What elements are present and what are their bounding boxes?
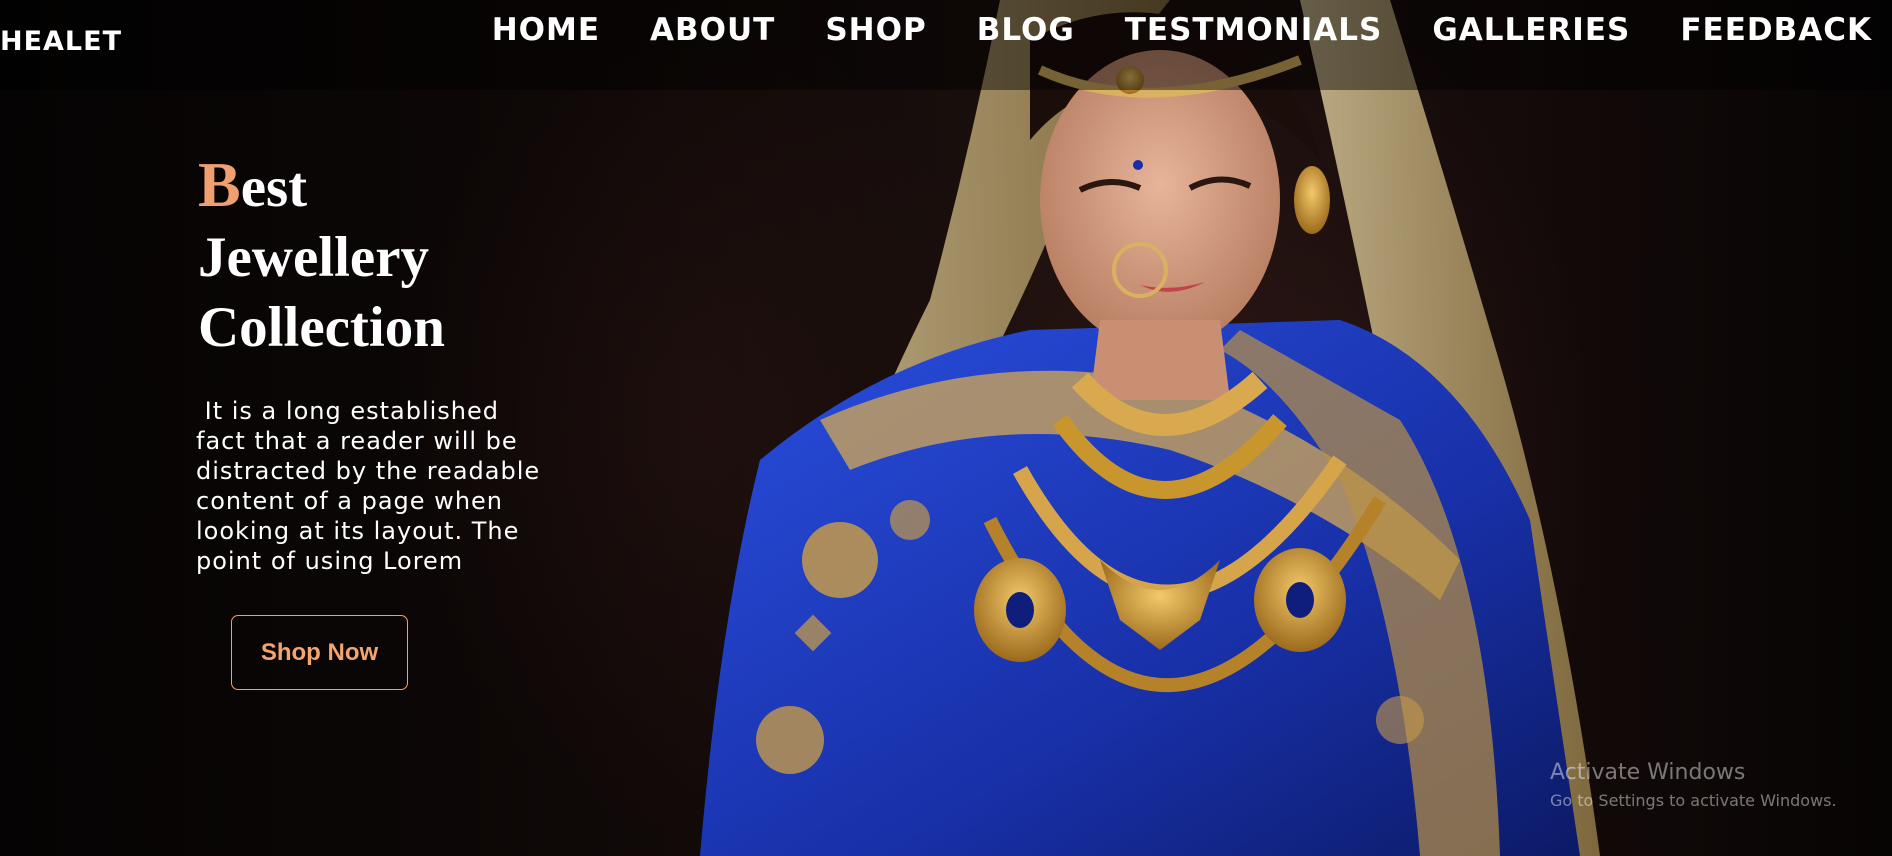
nav-galleries-link[interactable]: GALLERIES (1432, 12, 1630, 48)
hero-title-line1-rest: est (240, 156, 308, 219)
hero-description: It is a long established fact that a rea… (196, 397, 549, 575)
nav-shop-link[interactable]: SHOP (825, 12, 926, 48)
shop-now-button[interactable]: Shop Now (231, 615, 408, 690)
nav-testimonials-link[interactable]: TESTMONIALS (1125, 12, 1383, 48)
watermark-title: Activate Windows (1550, 760, 1746, 785)
nav-blog-link[interactable]: BLOG (977, 12, 1075, 48)
brand-logo[interactable]: HEALET (0, 26, 122, 57)
nav-feedback-link[interactable]: FEEDBACK (1680, 12, 1872, 48)
hero-title-initial: B (198, 149, 241, 220)
hero-title-line3: Collection (198, 296, 445, 359)
watermark-subtitle: Go to Settings to activate Windows. (1550, 791, 1837, 810)
hero-title-line2: Jewellery (198, 226, 430, 289)
top-navigation-bar: HEALET HOME ABOUT SHOP BLOG TESTMONIALS … (0, 0, 1892, 90)
hero-image (700, 0, 1820, 856)
windows-activation-watermark: Activate Windows Go to Settings to activ… (1550, 760, 1837, 810)
nav-home-link[interactable]: HOME (492, 12, 600, 48)
main-nav: HOME ABOUT SHOP BLOG TESTMONIALS GALLERI… (492, 8, 1872, 52)
nav-about-link[interactable]: ABOUT (650, 12, 775, 48)
hero-title: Best Jewellery Collection (198, 150, 445, 363)
